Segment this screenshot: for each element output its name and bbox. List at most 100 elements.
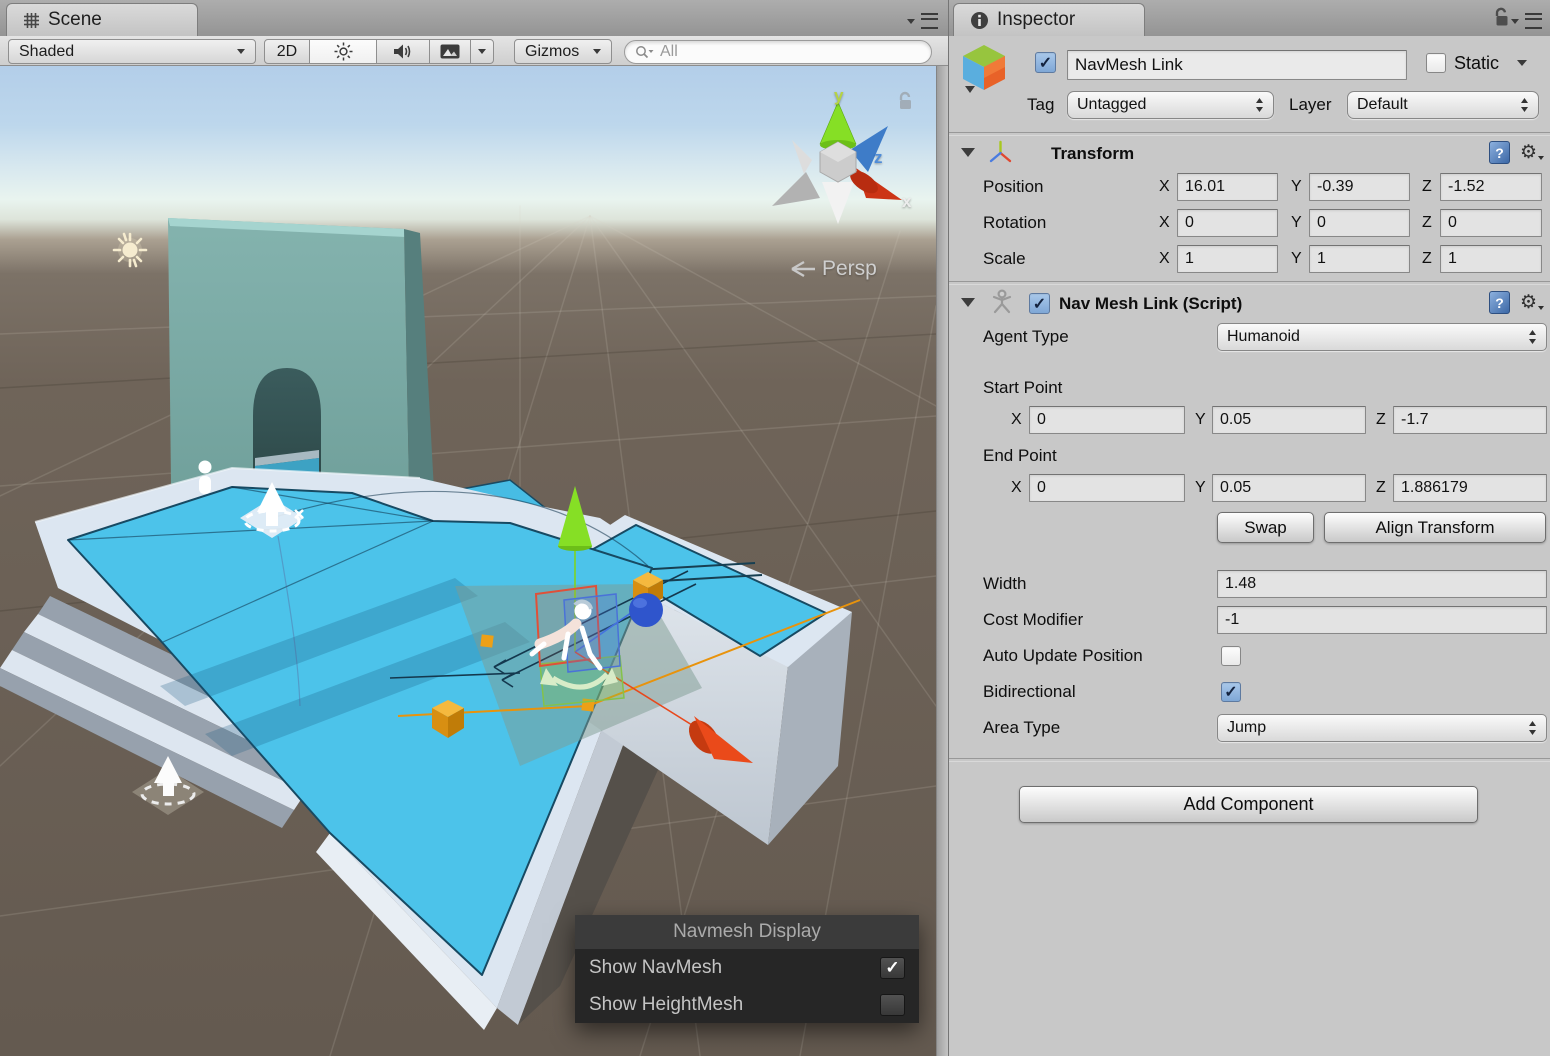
auto-update-label: Auto Update Position bbox=[983, 642, 1143, 670]
navmeshlink-title[interactable]: Nav Mesh Link (Script) bbox=[1059, 290, 1242, 318]
scale-x-input[interactable]: 1 bbox=[1177, 245, 1278, 273]
add-component-button[interactable]: Add Component bbox=[1019, 786, 1478, 823]
z-axis-letter: Z bbox=[1422, 209, 1432, 237]
scale-label: Scale bbox=[983, 245, 1026, 273]
scene-lock-icon bbox=[896, 90, 914, 112]
navmeshlink-enabled-checkbox[interactable]: ✓ bbox=[1029, 293, 1050, 314]
x-axis-letter: X bbox=[1159, 245, 1170, 273]
agent-type-dropdown[interactable]: Humanoid bbox=[1217, 323, 1547, 351]
gameobject-active-checkbox[interactable]: ✓ bbox=[1035, 52, 1056, 73]
scale-z-input[interactable]: 1 bbox=[1440, 245, 1542, 273]
y-axis-letter: Y bbox=[1291, 245, 1302, 273]
end-y-input[interactable]: 0.05 bbox=[1212, 474, 1366, 502]
show-heightmesh-label: Show HeightMesh bbox=[589, 994, 743, 1016]
rotation-y-input[interactable]: 0 bbox=[1309, 209, 1410, 237]
axis-y-label[interactable]: y bbox=[834, 86, 843, 106]
auto-update-checkbox[interactable] bbox=[1221, 646, 1241, 666]
show-navmesh-checkbox[interactable]: ✓ bbox=[880, 957, 905, 979]
y-axis-letter: Y bbox=[1291, 173, 1302, 201]
area-type-label: Area Type bbox=[983, 714, 1060, 742]
show-navmesh-row[interactable]: Show NavMesh ✓ bbox=[575, 949, 919, 986]
z-axis-letter: Z bbox=[1422, 245, 1432, 273]
cost-modifier-input[interactable]: -1 bbox=[1217, 606, 1547, 634]
position-y-input[interactable]: -0.39 bbox=[1309, 173, 1410, 201]
sun-icon bbox=[334, 42, 353, 61]
updown-arrows-icon bbox=[1528, 720, 1537, 736]
help-icon[interactable]: ? bbox=[1489, 141, 1510, 164]
rotation-x-input[interactable]: 0 bbox=[1177, 209, 1278, 237]
rotation-z-input[interactable]: 0 bbox=[1440, 209, 1542, 237]
start-point-label: Start Point bbox=[983, 374, 1062, 402]
scene-panel-menu[interactable] bbox=[907, 13, 938, 29]
scene-viewport[interactable]: y z x Persp Navmesh Display Show NavMesh… bbox=[0, 66, 936, 1056]
draw-mode-dropdown[interactable]: Shaded bbox=[8, 39, 256, 64]
axis-z-label[interactable]: z bbox=[874, 148, 883, 168]
inspector-tab-label: Inspector bbox=[997, 9, 1075, 31]
lighting-toggle-button[interactable] bbox=[309, 39, 377, 64]
inspector-panel: Inspector ✓ NavMesh Link S bbox=[948, 0, 1550, 1056]
gear-icon[interactable]: ⚙ bbox=[1520, 293, 1537, 312]
panel-dropdown-icon bbox=[907, 19, 915, 24]
gear-icon[interactable]: ⚙ bbox=[1520, 143, 1537, 162]
end-z-input[interactable]: 1.886179 bbox=[1393, 474, 1547, 502]
position-z-input[interactable]: -1.52 bbox=[1440, 173, 1542, 201]
y-axis-letter: Y bbox=[1291, 209, 1302, 237]
directional-light-gizmo[interactable] bbox=[114, 234, 146, 266]
gameobject-cube-icon[interactable] bbox=[959, 42, 1009, 96]
agent-preview-gizmo bbox=[532, 586, 624, 706]
bidirectional-checkbox[interactable]: ✓ bbox=[1221, 682, 1241, 702]
area-type-dropdown[interactable]: Jump bbox=[1217, 714, 1547, 742]
position-x-input[interactable]: 16.01 bbox=[1177, 173, 1278, 201]
z-axis-letter: Z bbox=[1376, 474, 1386, 502]
panel-menu-icon bbox=[921, 13, 938, 29]
layer-dropdown[interactable]: Default bbox=[1347, 91, 1539, 119]
static-checkbox[interactable] bbox=[1426, 53, 1446, 73]
transform-foldout[interactable] bbox=[961, 148, 975, 157]
panel-divider[interactable] bbox=[936, 66, 948, 1056]
updown-arrows-icon bbox=[1255, 97, 1264, 113]
lock-icon[interactable] bbox=[1493, 7, 1510, 28]
start-x-input[interactable]: 0 bbox=[1029, 406, 1185, 434]
end-point-label: End Point bbox=[983, 442, 1057, 470]
transform-icon bbox=[987, 139, 1014, 166]
end-x-input[interactable]: 0 bbox=[1029, 474, 1185, 502]
start-z-input[interactable]: -1.7 bbox=[1393, 406, 1547, 434]
transform-title[interactable]: Transform bbox=[1051, 140, 1134, 168]
show-heightmesh-checkbox[interactable] bbox=[880, 994, 905, 1016]
effects-dropdown[interactable] bbox=[470, 39, 494, 64]
width-input[interactable]: 1.48 bbox=[1217, 570, 1547, 598]
scene-tabbar: Scene bbox=[0, 0, 948, 37]
start-y-input[interactable]: 0.05 bbox=[1212, 406, 1366, 434]
navmeshlink-foldout[interactable] bbox=[961, 298, 975, 307]
divider bbox=[949, 132, 1550, 136]
scene-search-input[interactable]: All bbox=[624, 40, 932, 64]
align-transform-button[interactable]: Align Transform bbox=[1324, 512, 1546, 543]
navmeshlink-script-icon bbox=[989, 288, 1015, 316]
scale-y-input[interactable]: 1 bbox=[1309, 245, 1410, 273]
2d-toggle-button[interactable]: 2D bbox=[264, 39, 310, 64]
search-placeholder: All bbox=[660, 43, 678, 61]
swap-button[interactable]: Swap bbox=[1217, 512, 1314, 543]
layer-value: Default bbox=[1357, 96, 1408, 114]
image-icon bbox=[440, 44, 460, 59]
gizmos-dropdown[interactable]: Gizmos bbox=[514, 39, 612, 64]
gameobject-name-input[interactable]: NavMesh Link bbox=[1067, 50, 1407, 80]
tab-inspector[interactable]: Inspector bbox=[953, 3, 1145, 36]
effects-toggle-button[interactable] bbox=[429, 39, 471, 64]
axis-x-label[interactable]: x bbox=[902, 192, 911, 212]
help-icon[interactable]: ? bbox=[1489, 291, 1510, 314]
inspector-body: ✓ NavMesh Link Static Tag Untagged Layer… bbox=[949, 36, 1550, 1056]
static-dropdown-icon[interactable] bbox=[1517, 60, 1527, 66]
show-heightmesh-row[interactable]: Show HeightMesh bbox=[575, 986, 919, 1023]
chevron-down-icon bbox=[593, 49, 601, 54]
chevron-down-icon bbox=[478, 49, 486, 54]
perspective-toggle[interactable]: Persp bbox=[790, 257, 877, 281]
audio-toggle-button[interactable] bbox=[376, 39, 430, 64]
inspector-panel-menu[interactable] bbox=[1511, 13, 1542, 29]
grid-icon bbox=[23, 12, 40, 29]
tab-scene[interactable]: Scene bbox=[6, 3, 198, 36]
divider bbox=[949, 758, 1550, 762]
updown-arrows-icon bbox=[1520, 97, 1529, 113]
tag-dropdown[interactable]: Untagged bbox=[1067, 91, 1274, 119]
navmesh-display-panel: Navmesh Display Show NavMesh ✓ Show Heig… bbox=[575, 915, 919, 1023]
